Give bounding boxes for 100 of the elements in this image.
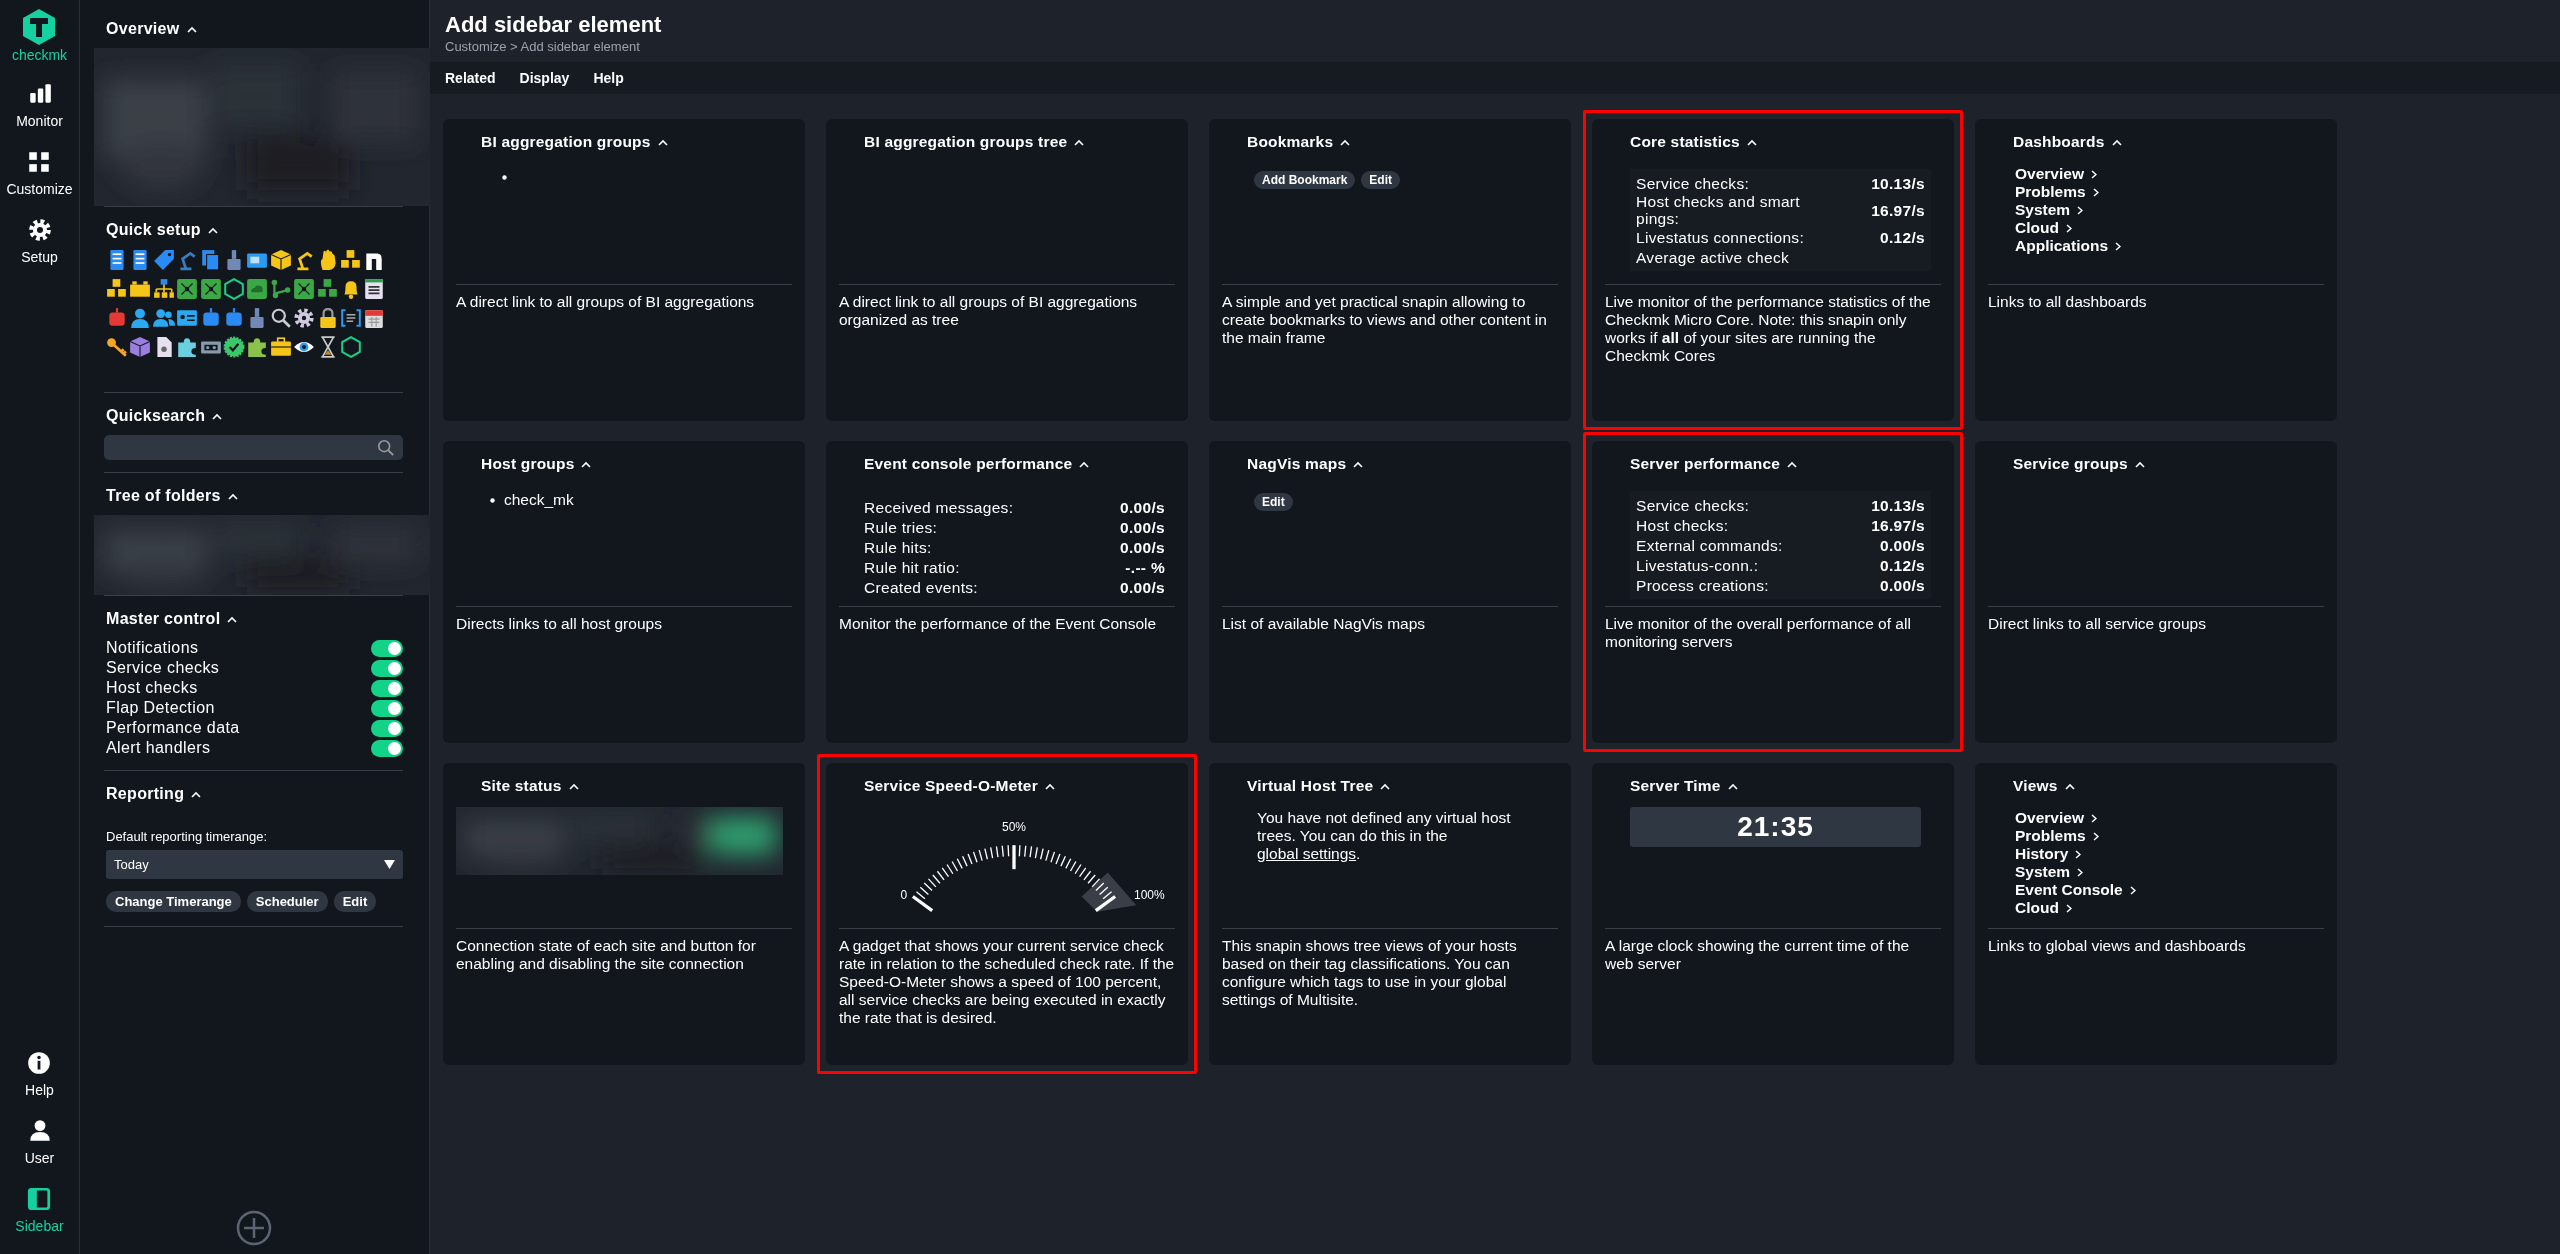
card[interactable]: Server Time 21:35 A large clock showing the current time of the web server [1592, 763, 1954, 1065]
card-title[interactable]: Views [2013, 777, 2058, 795]
pill-button[interactable]: Change Timerange [106, 891, 241, 912]
toggle-switch[interactable] [371, 719, 403, 737]
caret-icon[interactable] [1353, 460, 1364, 468]
pill-button[interactable]: Add Bookmark [1254, 171, 1356, 189]
menu-item[interactable]: Related [445, 70, 496, 86]
snapin-title[interactable]: Overview [106, 20, 180, 38]
caret-icon[interactable] [1380, 782, 1391, 790]
cube-icon[interactable] [269, 249, 292, 271]
card[interactable]: Service groups Direct links to all service groups [1975, 441, 2337, 743]
caret-icon[interactable] [1746, 138, 1757, 146]
briefcase-icon[interactable] [269, 336, 292, 358]
card-title[interactable]: NagVis maps [1247, 455, 1347, 473]
caret-icon[interactable] [581, 460, 592, 468]
toggle-switch[interactable] [371, 699, 403, 717]
nav-link[interactable]: Event Console [2015, 881, 2136, 899]
card-title[interactable]: Server Time [1630, 777, 1721, 795]
card-title[interactable]: Virtual Host Tree [1247, 777, 1374, 795]
card[interactable]: Bookmarks Add Bookmark Edit A simple and yet practical snapin allowing to create bookmarks to views and other content in the main frame [1209, 119, 1571, 421]
card-title[interactable]: Site status [481, 777, 562, 795]
menu-item[interactable]: Help [593, 70, 624, 86]
caret-icon[interactable] [1079, 460, 1090, 468]
search-field[interactable] [104, 435, 403, 460]
card-title[interactable]: Server performance [1630, 455, 1781, 473]
cubes-icon[interactable] [106, 278, 128, 300]
toggle-switch[interactable] [371, 639, 403, 657]
brackets-icon[interactable] [339, 307, 362, 329]
caret-icon[interactable] [1787, 460, 1798, 468]
nav-link[interactable]: Cloud [2015, 899, 2072, 917]
snapin-title[interactable]: Master control [106, 610, 221, 628]
nav-link[interactable]: Problems [2015, 183, 2099, 201]
card[interactable] [1209, 763, 1571, 1065]
nav-item[interactable]: Help [25, 1050, 54, 1098]
caret-icon[interactable] [1074, 138, 1085, 146]
key-icon[interactable] [106, 336, 128, 358]
card-title[interactable]: Service Speed-O-Meter [864, 777, 1038, 795]
cubes-icon[interactable] [316, 278, 339, 300]
nav-link[interactable]: Overview [2015, 165, 2097, 183]
toggle-switch[interactable] [371, 739, 403, 757]
snapin-title[interactable]: Tree of folders [106, 487, 221, 505]
card-title[interactable]: Dashboards [2013, 133, 2105, 151]
hierarchy-icon[interactable] [152, 278, 175, 300]
breadcrumb[interactable]: Customize > Add sidebar element [445, 39, 640, 54]
card-title[interactable]: Service groups [2013, 455, 2128, 473]
nav-link[interactable]: Applications [2015, 237, 2121, 255]
hex-icon[interactable] [222, 278, 245, 300]
cubes-icon[interactable] [339, 249, 362, 271]
pill-button[interactable]: Edit [1254, 493, 1293, 511]
menu-item[interactable]: Display [519, 70, 570, 86]
card[interactable]: Host groups check_mk Directs links to all host groups [443, 441, 805, 743]
user-icon[interactable] [129, 307, 152, 329]
gear-icon[interactable] [293, 307, 316, 329]
network-icon[interactable] [293, 278, 316, 300]
puzzle-icon[interactable] [176, 336, 199, 358]
pill-button[interactable]: Edit [333, 891, 377, 912]
caret-icon[interactable] [1727, 782, 1738, 790]
nav-link[interactable]: System [2015, 863, 2084, 881]
card[interactable]: Dashboards Overview Problems System Cloud Applications Links to all dashboards [1975, 119, 2337, 421]
copies-icon[interactable] [199, 249, 222, 271]
puzzle-icon[interactable] [246, 336, 269, 358]
brick-icon[interactable] [129, 278, 152, 300]
nav-item[interactable]: Setup [21, 217, 58, 265]
pill-button[interactable]: Scheduler [246, 891, 328, 912]
card-title[interactable]: Core statistics [1630, 133, 1740, 151]
robot-icon[interactable] [106, 307, 128, 329]
snapin-title[interactable]: Quicksearch [106, 407, 206, 425]
card-title[interactable]: Bookmarks [1247, 133, 1334, 151]
card[interactable]: NagVis maps Edit List of available NagVis maps [1209, 441, 1571, 743]
toggle-switch[interactable] [371, 679, 403, 697]
toggle-switch[interactable] [371, 659, 403, 677]
cloud-icon[interactable] [246, 278, 269, 300]
nav-link[interactable]: System [2015, 201, 2084, 219]
network-icon[interactable] [199, 278, 222, 300]
branch-icon[interactable] [269, 278, 292, 300]
card[interactable]: Views Overview Problems History System Event Console Cloud Links to global views and dashboards [1975, 763, 2337, 1065]
caret-icon[interactable] [2134, 460, 2145, 468]
nav-link[interactable]: Problems [2015, 827, 2099, 845]
nav-link[interactable]: History [2015, 845, 2082, 863]
caret-icon[interactable] [212, 412, 223, 420]
snapin-title[interactable]: Reporting [106, 785, 185, 803]
cube-icon[interactable] [129, 336, 152, 358]
idcard-icon[interactable] [176, 307, 199, 329]
snapin-title[interactable]: Quick setup [106, 221, 201, 239]
users-icon[interactable] [152, 307, 175, 329]
card[interactable]: Event console performance Received messages: 0.00/s Rule tries: 0.00/s Rule hits: 0.00/s Rule hit ratio: -.-- % Created events: 0.00/s Monitor the performance of the Event Console [826, 441, 1188, 743]
nav-item[interactable]: Monitor [16, 81, 63, 129]
caret-icon[interactable] [1044, 782, 1055, 790]
caret-icon[interactable] [227, 615, 238, 623]
logo-icon[interactable] [22, 8, 57, 46]
tag-icon[interactable] [152, 249, 175, 271]
caret-icon[interactable] [657, 138, 668, 146]
list-icon[interactable] [363, 278, 386, 300]
caret-icon[interactable] [227, 492, 238, 500]
add-icon[interactable] [235, 1210, 272, 1246]
caret-icon[interactable] [191, 790, 202, 798]
caret-icon[interactable] [568, 782, 579, 790]
nav-item[interactable]: Customize [6, 149, 73, 197]
pill-button[interactable]: Edit [1361, 171, 1401, 189]
card[interactable]: BI aggregation groups tree A direct link to all groups of BI aggregations organized as tree [826, 119, 1188, 421]
